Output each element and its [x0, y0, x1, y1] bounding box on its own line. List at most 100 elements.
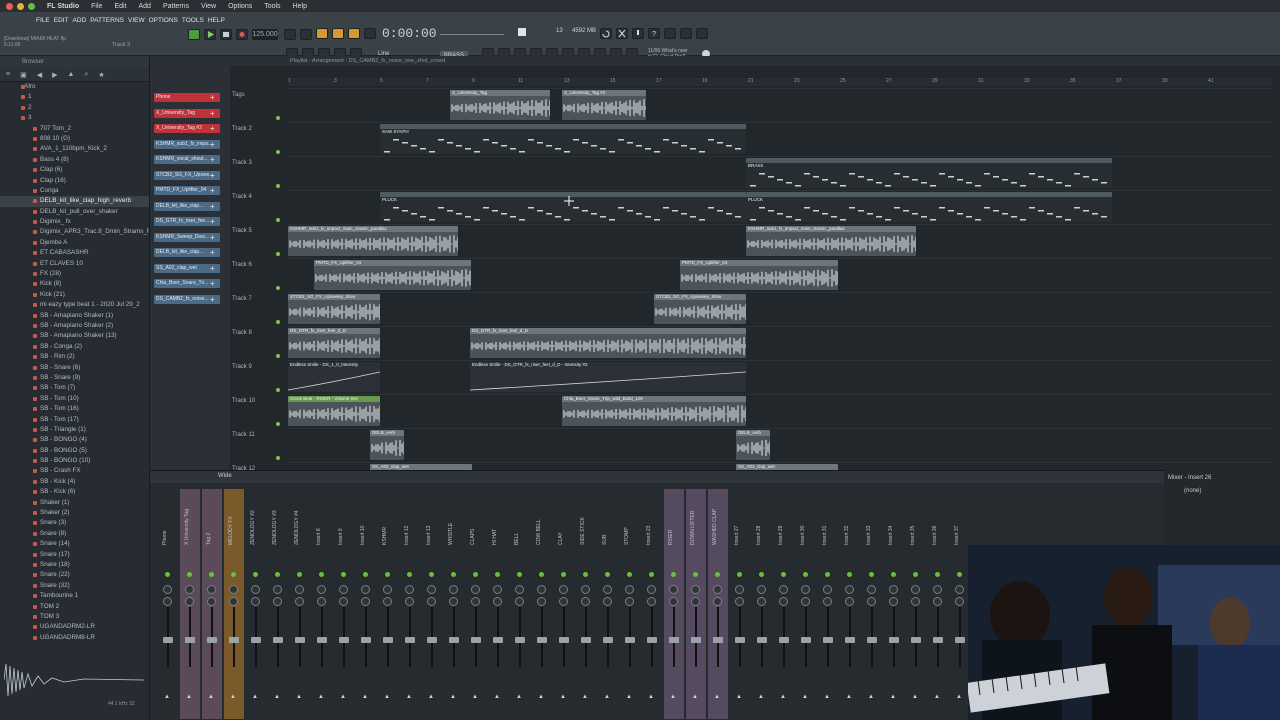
- channel-add-icon[interactable]: +: [210, 124, 216, 133]
- mixer-knob[interactable]: [163, 585, 172, 594]
- mixer-knob[interactable]: [515, 585, 524, 594]
- mixer-knob[interactable]: [471, 597, 480, 606]
- browser-file-item[interactable]: Shaker (2): [0, 508, 149, 518]
- mixer-knob[interactable]: [823, 585, 832, 594]
- mac-menu-edit[interactable]: Edit: [114, 3, 126, 10]
- mixer-route-arrow-icon[interactable]: ▲: [604, 694, 610, 700]
- mixer-route-arrow-icon[interactable]: ▲: [384, 694, 390, 700]
- metronome-button[interactable]: [284, 29, 296, 40]
- playlist-clip[interactable]: KSHMR_sub1_fx_impact_main_classic_parall…: [288, 226, 458, 256]
- browser-file-item[interactable]: SB - Triangle (1): [0, 425, 149, 435]
- browser-file-item[interactable]: Snare (8): [0, 529, 149, 539]
- mixer-knob[interactable]: [163, 597, 172, 606]
- pattern-selector[interactable]: Track 3: [112, 42, 130, 48]
- mixer-fader-handle[interactable]: [889, 637, 899, 643]
- playlist-clip[interactable]: X_University_Tag: [450, 90, 550, 120]
- mixer-route-arrow-icon[interactable]: ▲: [582, 694, 588, 700]
- mac-menu-patterns[interactable]: Patterns: [163, 3, 189, 10]
- mixer-fader-handle[interactable]: [339, 637, 349, 643]
- mixer-mute-led[interactable]: [165, 572, 170, 577]
- mac-menu-help[interactable]: Help: [293, 3, 307, 10]
- browser-file-item[interactable]: SB - Tom (7): [0, 383, 149, 393]
- tempo-display[interactable]: 125.000: [252, 29, 278, 40]
- browser-file-item[interactable]: TOM 3: [0, 612, 149, 622]
- mixer-knob[interactable]: [383, 597, 392, 606]
- mixer-strip[interactable]: SUB ▲: [598, 489, 618, 719]
- browser-collapse-icon[interactable]: ▲: [68, 71, 75, 78]
- mixer-mute-led[interactable]: [275, 572, 280, 577]
- track-label[interactable]: Track 10: [232, 398, 255, 404]
- browser-file-item[interactable]: SB - Snare (9): [0, 373, 149, 383]
- mixer-strip[interactable]: Insert 10 ▲: [356, 489, 376, 719]
- mixer-route-arrow-icon[interactable]: ▲: [714, 694, 720, 700]
- playlist-clip[interactable]: DS_GTR_fx_riser_feel_d_D: [288, 328, 380, 358]
- browser-file-item[interactable]: mi eazy type beat 1 - 2020 Jul 29_2: [0, 300, 149, 310]
- record-button[interactable]: [236, 29, 248, 40]
- playlist-clip[interactable]: X_University_Tag #2: [562, 90, 646, 120]
- mixer-fader-handle[interactable]: [823, 637, 833, 643]
- mixer-knob[interactable]: [647, 597, 656, 606]
- browser-file-item[interactable]: Kick (21): [0, 290, 149, 300]
- mixer-fader-handle[interactable]: [405, 637, 415, 643]
- mixer-mute-led[interactable]: [231, 572, 236, 577]
- play-button[interactable]: [204, 29, 216, 40]
- mixer-knob[interactable]: [207, 597, 216, 606]
- mixer-fader-handle[interactable]: [669, 637, 679, 643]
- mixer-route-arrow-icon[interactable]: ▲: [890, 694, 896, 700]
- mixer-mute-led[interactable]: [451, 572, 456, 577]
- browser-file-item[interactable]: Snare (17): [0, 550, 149, 560]
- mixer-knob[interactable]: [537, 585, 546, 594]
- mixer-mute-led[interactable]: [209, 572, 214, 577]
- timeline-ruler[interactable]: 1 3 5 7 9 11 13 15 17 19 21 23 25 27 29 31 33 35 37 39 41: [288, 78, 1272, 86]
- browser-file-item[interactable]: SB - Tom (16): [0, 404, 149, 414]
- track-label[interactable]: Track 7: [232, 296, 252, 302]
- track-mute-led[interactable]: [276, 456, 280, 460]
- mixer-mute-led[interactable]: [671, 572, 676, 577]
- mixer-fader-handle[interactable]: [603, 637, 613, 643]
- playlist-clip[interactable]: PMTD_FX_Uplifter_04: [314, 260, 471, 290]
- mixer-mute-led[interactable]: [363, 572, 368, 577]
- mixer-knob[interactable]: [867, 597, 876, 606]
- mixer-knob[interactable]: [295, 585, 304, 594]
- mixer-strip[interactable]: Insert 31 ▲: [818, 489, 838, 719]
- mixer-fader-handle[interactable]: [845, 637, 855, 643]
- track-mute-led[interactable]: [276, 252, 280, 256]
- playlist-clip[interactable]: Endless Smile - DS_1_0_Intensity: [288, 362, 380, 392]
- mixer-route-arrow-icon[interactable]: ▲: [626, 694, 632, 700]
- mixer-strip[interactable]: ZENOLOGY #3 ▲: [268, 489, 288, 719]
- mixer-route-arrow-icon[interactable]: ▲: [824, 694, 830, 700]
- mixer-knob[interactable]: [449, 597, 458, 606]
- mac-menu-file[interactable]: File: [91, 3, 102, 10]
- track-label[interactable]: Track 8: [232, 330, 252, 336]
- track-lane[interactable]: [288, 88, 1272, 122]
- mixer-mute-led[interactable]: [429, 572, 434, 577]
- browser-file-item[interactable]: Djembe A: [0, 238, 149, 248]
- cut-button[interactable]: [616, 28, 628, 39]
- loop-record-button[interactable]: [364, 28, 376, 39]
- channel-add-icon[interactable]: +: [210, 155, 216, 164]
- mixer-strip[interactable]: Insert 34 ▲: [884, 489, 904, 719]
- playlist-clip[interactable]: KSHMR_sub1_fx_impact_main_classic_parall…: [746, 226, 916, 256]
- mixer-view-button[interactable]: [664, 28, 676, 39]
- track-mute-led[interactable]: [276, 150, 280, 154]
- fl-menu-view[interactable]: VIEW: [128, 17, 145, 24]
- browser-file-item[interactable]: SB - BONGO (10): [0, 456, 149, 466]
- mixer-fader-handle[interactable]: [691, 637, 701, 643]
- mixer-knob[interactable]: [493, 597, 502, 606]
- mixer-knob[interactable]: [537, 597, 546, 606]
- help-button[interactable]: ?: [648, 28, 660, 39]
- mixer-route-arrow-icon[interactable]: ▲: [296, 694, 302, 700]
- mixer-route-arrow-icon[interactable]: ▲: [164, 694, 170, 700]
- mixer-knob[interactable]: [911, 585, 920, 594]
- mixer-route-arrow-icon[interactable]: ▲: [208, 694, 214, 700]
- browser-file-item[interactable]: Clap (16): [0, 176, 149, 186]
- track-lane[interactable]: [288, 292, 1272, 326]
- mixer-strip[interactable]: WASHED CLAP ▲: [708, 489, 728, 719]
- playlist-clip[interactable]: DS_GTR_fx_riser_feel_d_D: [470, 328, 746, 358]
- mixer-knob[interactable]: [757, 585, 766, 594]
- minimize-window-button[interactable]: [17, 2, 24, 10]
- mixer-route-arrow-icon[interactable]: ▲: [340, 694, 346, 700]
- browser-file-item[interactable]: 808 10 (G): [0, 134, 149, 144]
- mixer-knob[interactable]: [559, 597, 568, 606]
- fl-menu-help[interactable]: HELP: [208, 17, 225, 24]
